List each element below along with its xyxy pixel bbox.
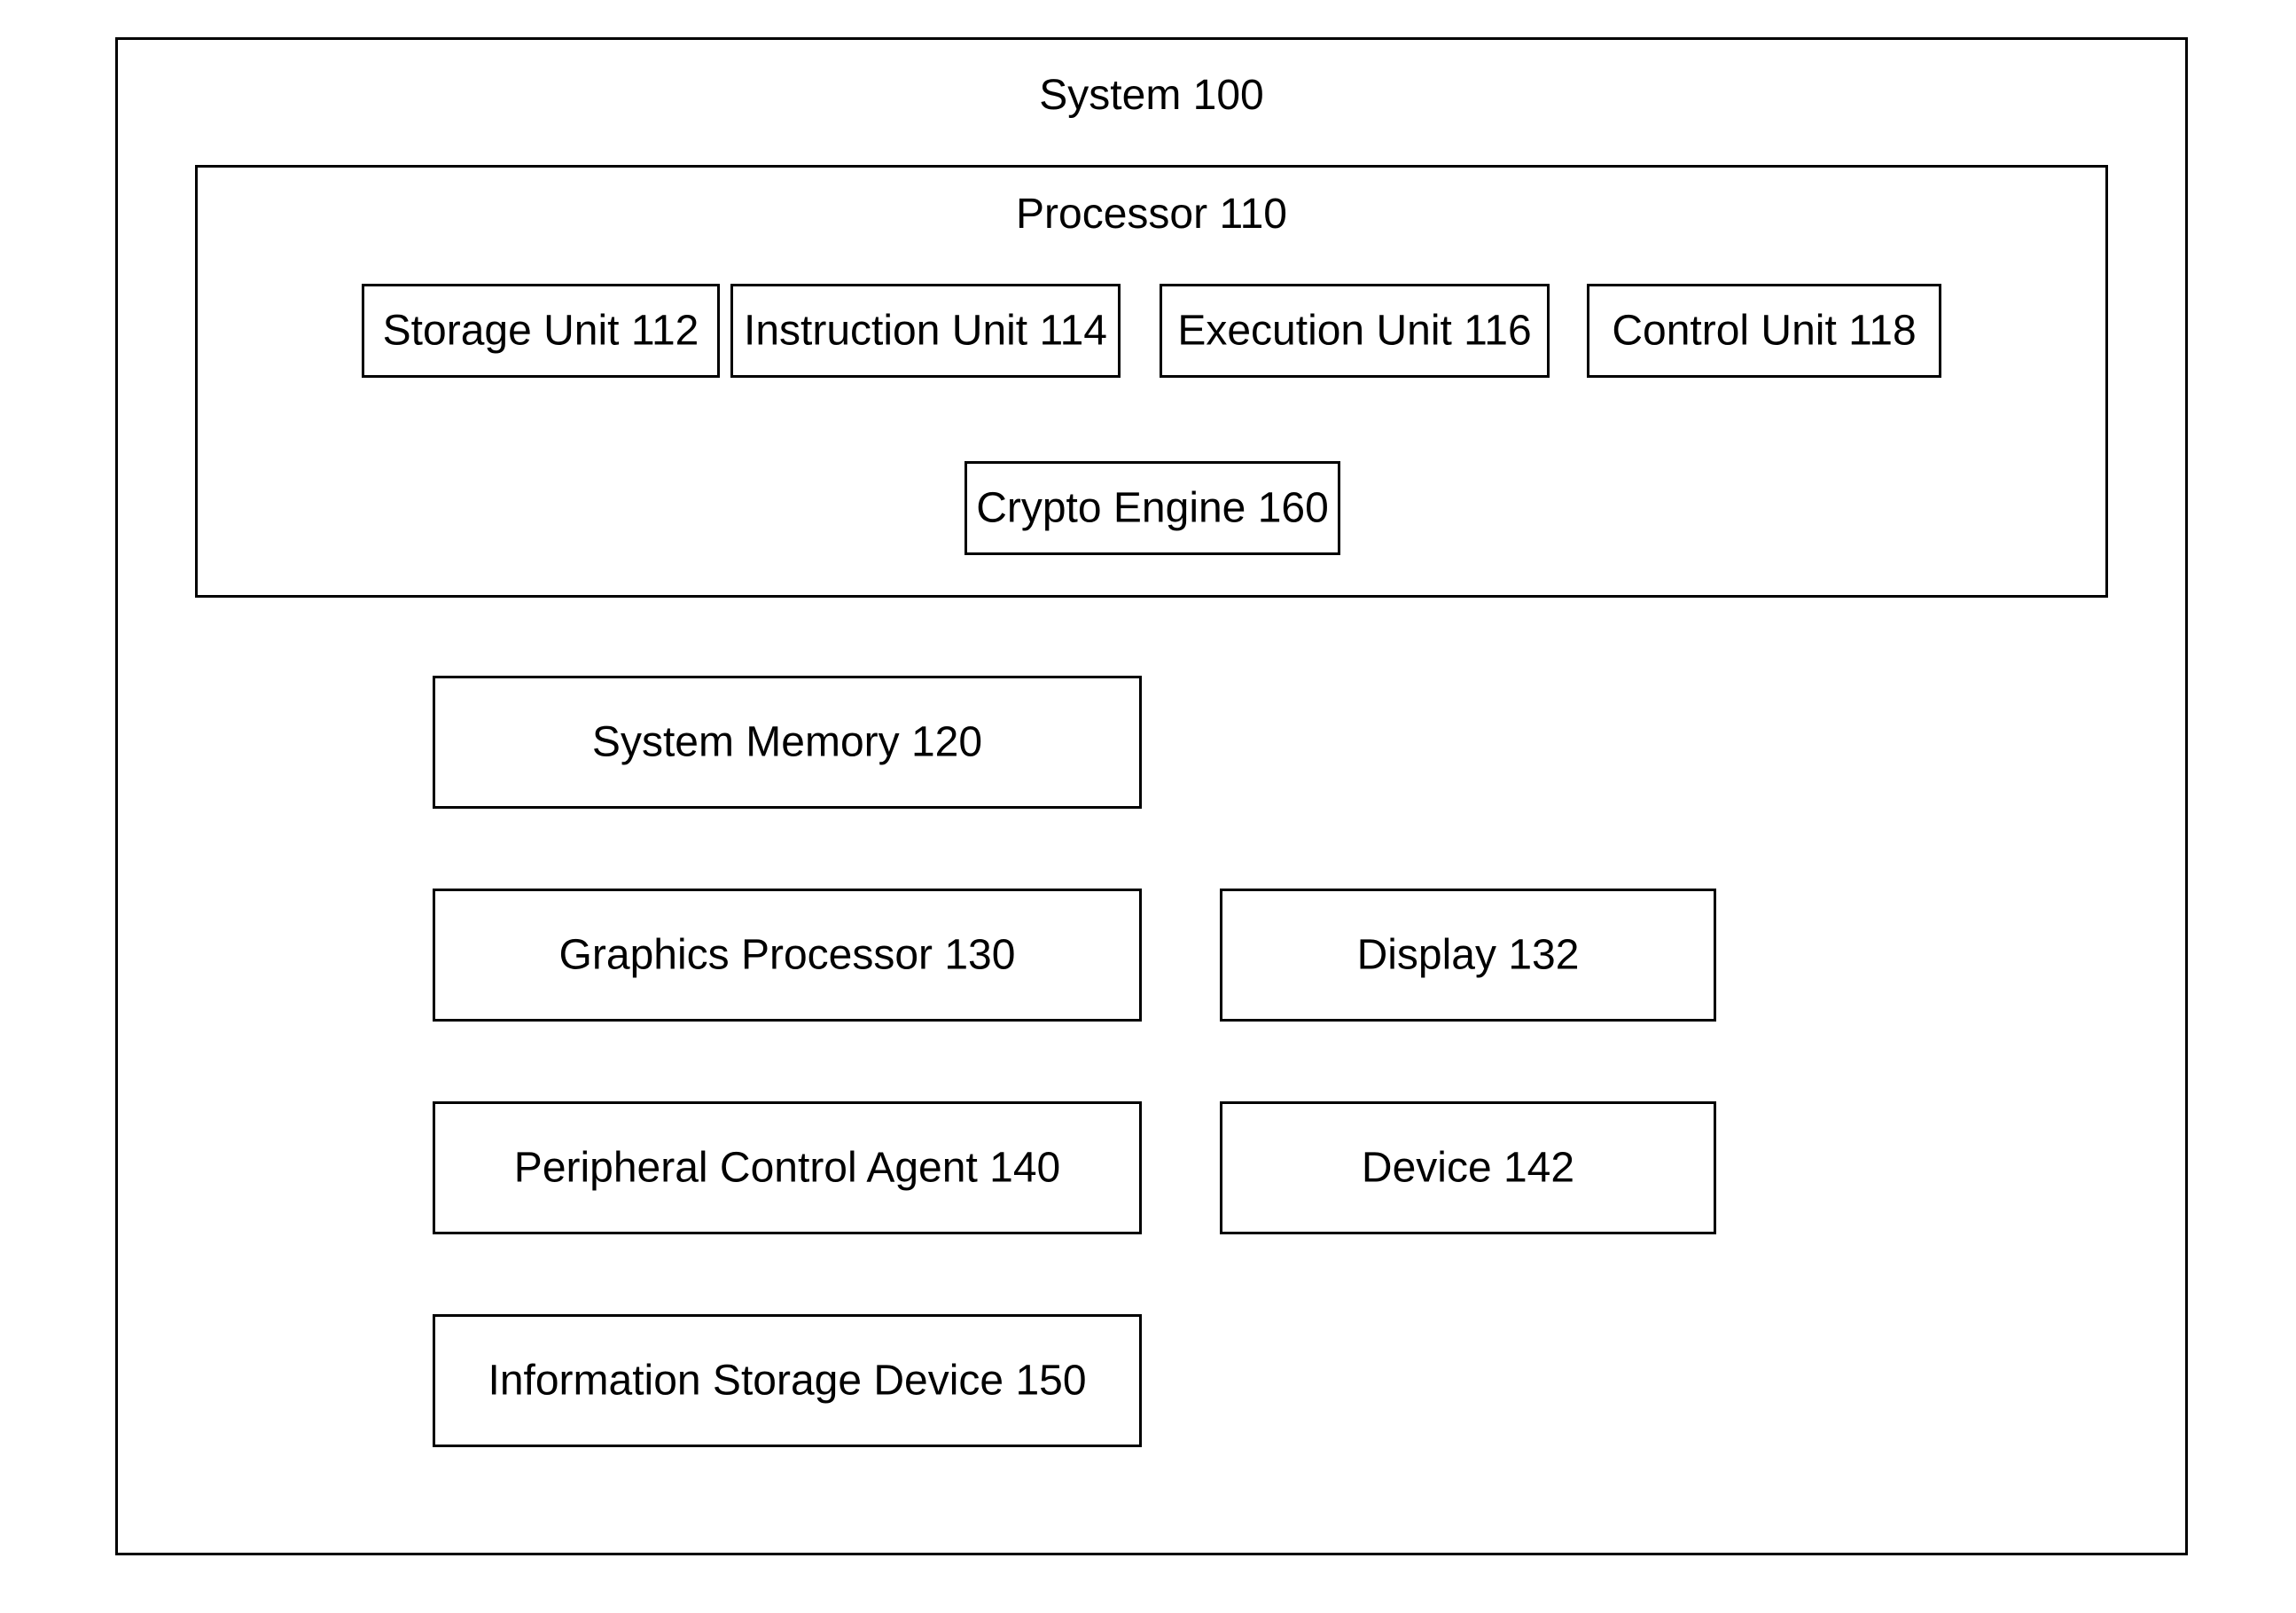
display-box: Display 132 bbox=[1220, 889, 1716, 1022]
graphics-processor-box: Graphics Processor 130 bbox=[433, 889, 1142, 1022]
control-unit-box: Control Unit 118 bbox=[1587, 284, 1941, 378]
crypto-engine-label: Crypto Engine 160 bbox=[976, 484, 1329, 533]
system-memory-box: System Memory 120 bbox=[433, 676, 1142, 809]
instruction-unit-box: Instruction Unit 114 bbox=[730, 284, 1121, 378]
graphics-processor-label: Graphics Processor 130 bbox=[559, 931, 1016, 980]
storage-unit-label: Storage Unit 112 bbox=[383, 307, 699, 356]
system-memory-label: System Memory 120 bbox=[592, 718, 982, 767]
crypto-engine-box: Crypto Engine 160 bbox=[964, 461, 1340, 555]
execution-unit-label: Execution Unit 116 bbox=[1177, 307, 1531, 356]
diagram-canvas: System 100 Processor 110 Storage Unit 11… bbox=[0, 0, 2296, 1613]
instruction-unit-label: Instruction Unit 114 bbox=[744, 307, 1107, 356]
processor-title: Processor 110 bbox=[198, 189, 2105, 240]
system-title: System 100 bbox=[118, 70, 2185, 121]
control-unit-label: Control Unit 118 bbox=[1612, 307, 1916, 356]
storage-unit-box: Storage Unit 112 bbox=[362, 284, 720, 378]
execution-unit-box: Execution Unit 116 bbox=[1160, 284, 1550, 378]
info-storage-label: Information Storage Device 150 bbox=[488, 1357, 1086, 1406]
device-label: Device 142 bbox=[1362, 1144, 1574, 1193]
display-label: Display 132 bbox=[1357, 931, 1580, 980]
peripheral-agent-label: Peripheral Control Agent 140 bbox=[514, 1144, 1060, 1193]
peripheral-agent-box: Peripheral Control Agent 140 bbox=[433, 1101, 1142, 1234]
info-storage-box: Information Storage Device 150 bbox=[433, 1314, 1142, 1447]
device-box: Device 142 bbox=[1220, 1101, 1716, 1234]
